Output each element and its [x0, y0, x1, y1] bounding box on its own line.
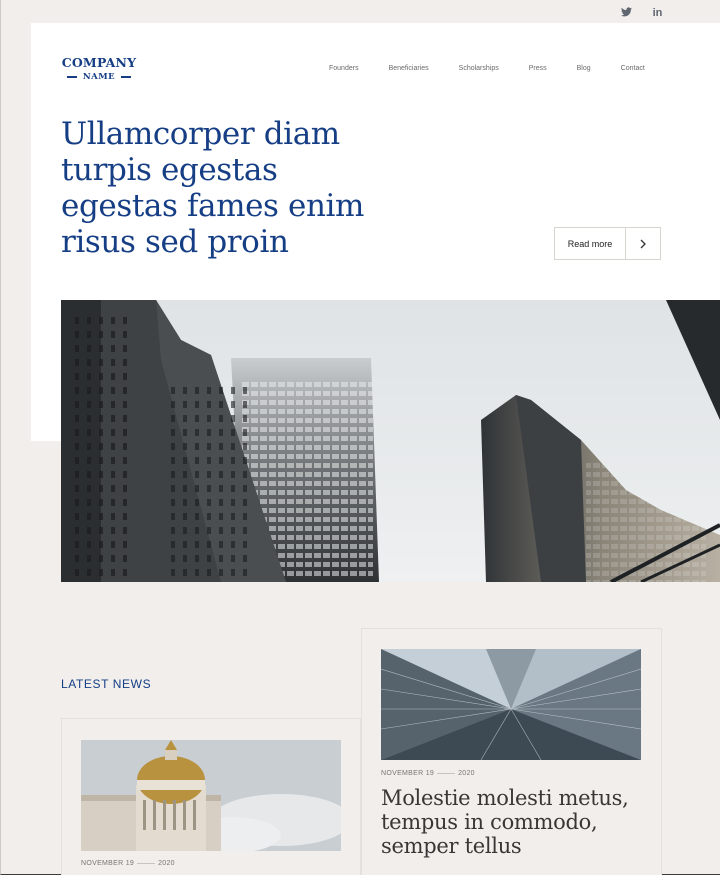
nav-press[interactable]: Press — [529, 65, 547, 72]
logo-dash-left — [66, 76, 77, 78]
company-logo[interactable]: COMPANY NAME — [61, 55, 137, 82]
news-thumbnail-glass-towers[interactable] — [381, 649, 641, 760]
news-date-year: 2020 — [158, 860, 175, 867]
news-date: NOVEMBER 19 2020 — [381, 770, 475, 777]
nav-scholarships[interactable]: Scholarships — [459, 65, 499, 72]
read-more-label: Read more — [555, 228, 626, 259]
read-more-button[interactable]: Read more — [554, 227, 661, 260]
date-divider — [437, 773, 456, 774]
news-thumbnail-capitol[interactable] — [81, 740, 341, 851]
nav-founders[interactable]: Founders — [329, 65, 359, 72]
twitter-icon[interactable] — [620, 7, 633, 20]
nav-blog[interactable]: Blog — [577, 65, 591, 72]
news-date-year: 2020 — [458, 770, 475, 777]
news-card[interactable]: NOVEMBER 19 2020 Molestie molesti metus,… — [361, 628, 662, 875]
hero-image — [61, 300, 720, 582]
logo-line-1: COMPANY — [61, 55, 137, 70]
nav-contact[interactable]: Contact — [621, 65, 645, 72]
latest-news-heading: LATEST NEWS — [61, 677, 152, 691]
chevron-right-icon — [626, 228, 660, 259]
linkedin-icon[interactable]: in — [651, 7, 664, 20]
hero-headline: Ullamcorper diam turpis egestas egestas … — [61, 116, 365, 260]
news-date-month: NOVEMBER 19 — [381, 770, 435, 777]
nav-beneficiaries[interactable]: Beneficiaries — [389, 65, 429, 72]
news-title[interactable]: Molestie molesti metus, tempus in commod… — [381, 786, 651, 858]
logo-dash-right — [121, 76, 132, 78]
logo-line-2: NAME — [82, 72, 116, 82]
news-date-month: NOVEMBER 19 — [81, 860, 135, 867]
logo-line-2-row: NAME — [61, 72, 137, 82]
date-divider — [137, 863, 156, 864]
social-links: in — [620, 7, 664, 20]
main-nav: Founders Beneficiaries Scholarships Pres… — [329, 65, 645, 72]
news-date: NOVEMBER 19 2020 — [81, 860, 175, 867]
news-card[interactable]: NOVEMBER 19 2020 — [61, 718, 361, 875]
